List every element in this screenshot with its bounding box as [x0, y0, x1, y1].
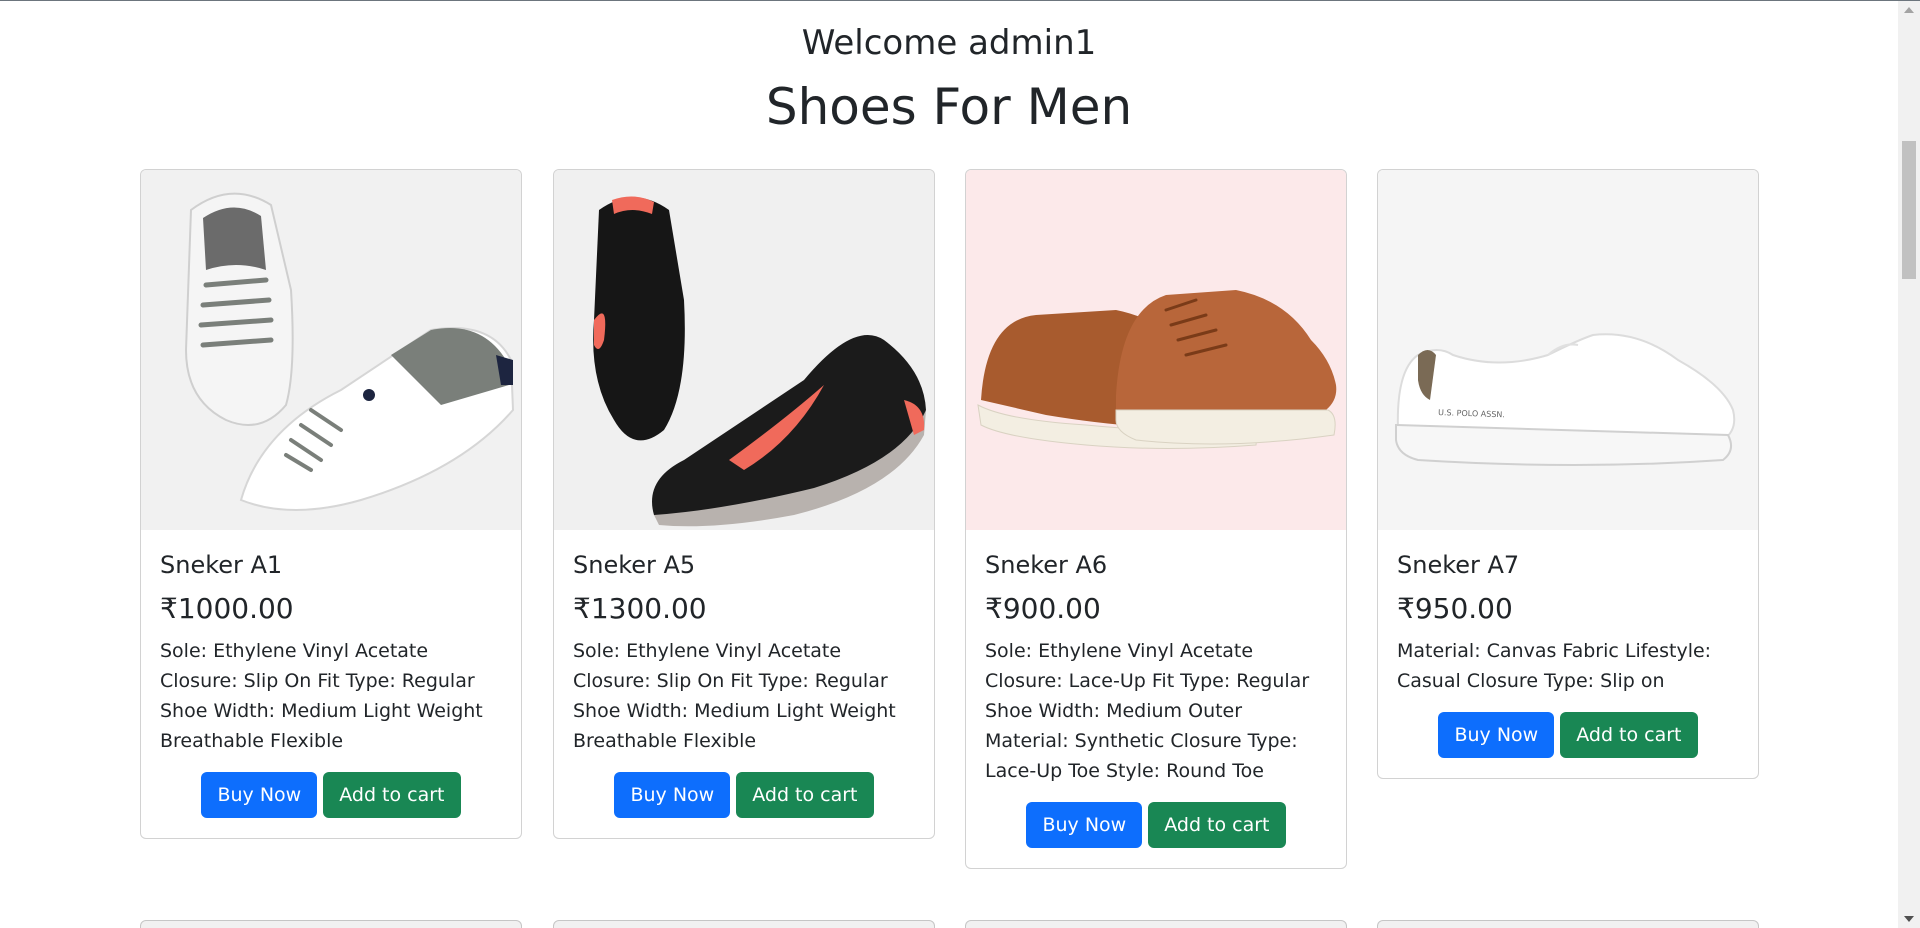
product-price: ₹1000.00: [160, 592, 294, 625]
scroll-up-arrow-icon[interactable]: [1904, 7, 1914, 13]
add-to-cart-button[interactable]: Add to cart: [323, 772, 461, 818]
add-to-cart-button[interactable]: Add to cart: [1148, 802, 1286, 848]
page-title: Shoes For Men: [765, 78, 1133, 136]
card-body: Sneker A7 ₹950.00 Material: Canvas Fabri…: [1378, 530, 1758, 778]
vertical-scrollbar[interactable]: [1898, 1, 1920, 928]
product-card: Sneker A5 ₹1300.00 Sole: Ethylene Vinyl …: [553, 169, 935, 839]
add-to-cart-button[interactable]: Add to cart: [736, 772, 874, 818]
product-image[interactable]: [141, 170, 521, 530]
buy-now-button[interactable]: Buy Now: [1438, 712, 1555, 758]
card-body: Sneker A5 ₹1300.00 Sole: Ethylene Vinyl …: [554, 530, 934, 838]
white-grey-sneakers-image: [184, 192, 515, 511]
product-image[interactable]: [554, 170, 934, 530]
product-card: Sneker A6 ₹900.00 Sole: Ethylene Vinyl A…: [965, 169, 1347, 869]
product-image[interactable]: U.S. POLO ASSN.: [1378, 170, 1758, 530]
product-name: Sneker A5: [573, 551, 696, 579]
product-description: Sole: Ethylene Vinyl Acetate Closure: La…: [985, 640, 1310, 782]
product-card: U.S. POLO ASSN. Sneker A7 ₹950.00 Materi…: [1377, 169, 1759, 779]
product-description: Material: Canvas Fabric Lifestyle: Casua…: [1397, 640, 1712, 692]
page: Welcome admin1 Shoes For Men Sneker A1 ₹…: [0, 1, 1898, 928]
product-price: ₹950.00: [1397, 592, 1513, 625]
brown-leather-sneakers-image: [977, 290, 1337, 449]
welcome-heading: Welcome admin1: [801, 23, 1097, 63]
card-body: Sneker A1 ₹1000.00 Sole: Ethylene Vinyl …: [141, 530, 521, 838]
product-name: Sneker A6: [985, 551, 1108, 579]
scroll-down-arrow-icon[interactable]: [1904, 916, 1914, 922]
black-running-shoes-image: [593, 196, 926, 527]
product-description: Sole: Ethylene Vinyl Acetate Closure: Sl…: [573, 640, 896, 752]
white-knit-sneaker-image: U.S. POLO ASSN.: [1395, 333, 1736, 466]
scrollbar-thumb[interactable]: [1902, 141, 1916, 279]
product-price: ₹900.00: [985, 592, 1101, 625]
product-name: Sneker A1: [160, 551, 283, 579]
product-description: Sole: Ethylene Vinyl Acetate Closure: Sl…: [160, 640, 483, 752]
buy-now-button[interactable]: Buy Now: [614, 772, 731, 818]
card-body: Sneker A6 ₹900.00 Sole: Ethylene Vinyl A…: [966, 530, 1346, 868]
buy-now-button[interactable]: Buy Now: [1026, 802, 1143, 848]
product-image[interactable]: [966, 170, 1346, 530]
product-name: Sneker A7: [1397, 551, 1520, 579]
add-to-cart-button[interactable]: Add to cart: [1560, 712, 1698, 758]
product-card: Sneker A1 ₹1000.00 Sole: Ethylene Vinyl …: [140, 169, 522, 839]
product-price: ₹1300.00: [573, 592, 707, 625]
buy-now-button[interactable]: Buy Now: [201, 772, 318, 818]
